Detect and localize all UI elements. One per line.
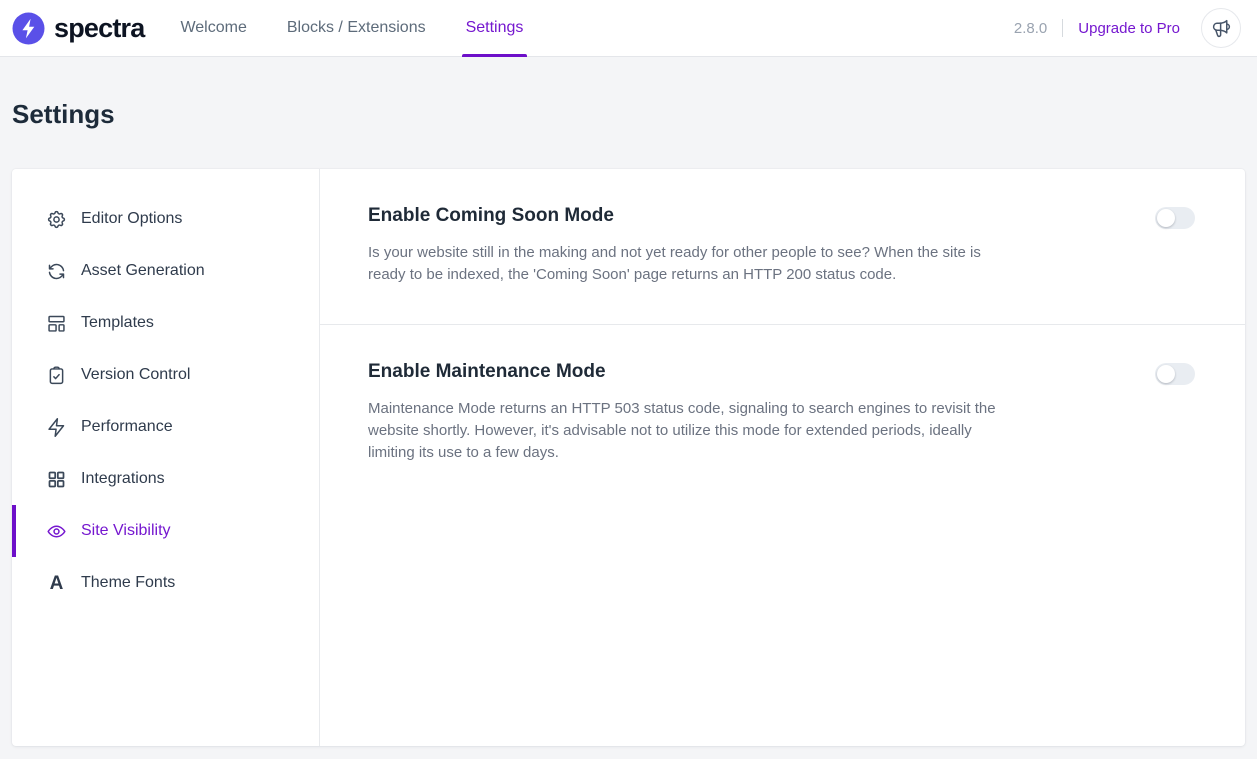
coming-soon-text: Enable Coming Soon Mode Is your website …: [368, 203, 998, 286]
sidebar-item-templates[interactable]: Templates: [12, 297, 319, 349]
settings-content: Enable Coming Soon Mode Is your website …: [320, 169, 1245, 746]
maintenance-description: Maintenance Mode returns an HTTP 503 sta…: [368, 398, 998, 464]
toggle-knob: [1157, 365, 1175, 383]
upgrade-to-pro-link[interactable]: Upgrade to Pro: [1078, 20, 1180, 37]
toggle-knob: [1157, 209, 1175, 227]
eye-icon: [46, 521, 67, 542]
maintenance-toggle[interactable]: [1155, 363, 1195, 385]
coming-soon-title: Enable Coming Soon Mode: [368, 203, 998, 229]
page-title: Settings: [12, 99, 1245, 129]
sidebar-item-label: Integrations: [81, 470, 165, 488]
coming-soon-toggle[interactable]: [1155, 207, 1195, 229]
sidebar-item-site-visibility[interactable]: Site Visibility: [12, 505, 319, 557]
version-label: 2.8.0: [1014, 20, 1047, 37]
sidebar-item-label: Version Control: [81, 366, 190, 384]
brand-name: spectra: [54, 15, 144, 42]
sidebar-item-integrations[interactable]: Integrations: [12, 453, 319, 505]
refresh-icon: [46, 261, 67, 282]
whats-new-button[interactable]: [1201, 8, 1241, 48]
maintenance-title: Enable Maintenance Mode: [368, 359, 998, 385]
page-head: Settings: [0, 57, 1257, 129]
tab-settings[interactable]: Settings: [466, 0, 524, 57]
sidebar-item-label: Editor Options: [81, 210, 182, 228]
settings-sidebar: Editor Options Asset Generation Template…: [12, 169, 320, 746]
spectra-bolt-icon: [12, 12, 45, 45]
sidebar-item-editor-options[interactable]: Editor Options: [12, 193, 319, 245]
coming-soon-description: Is your website still in the making and …: [368, 242, 998, 286]
sidebar-item-performance[interactable]: Performance: [12, 401, 319, 453]
letter-a-icon: A: [46, 573, 67, 594]
topbar-nav: Welcome Blocks / Extensions Settings: [180, 0, 523, 57]
sidebar-item-label: Site Visibility: [81, 522, 171, 540]
sidebar-item-label: Theme Fonts: [81, 574, 175, 592]
settings-panel: Editor Options Asset Generation Template…: [12, 169, 1245, 746]
clipboard-check-icon: [46, 365, 67, 386]
sidebar-item-label: Templates: [81, 314, 154, 332]
megaphone-icon: [1211, 18, 1232, 39]
topbar-right: 2.8.0 Upgrade to Pro: [1014, 8, 1241, 48]
tab-blocks-extensions[interactable]: Blocks / Extensions: [287, 0, 426, 57]
sidebar-item-asset-generation[interactable]: Asset Generation: [12, 245, 319, 297]
sidebar-item-label: Performance: [81, 418, 173, 436]
tab-welcome[interactable]: Welcome: [180, 0, 246, 57]
coming-soon-section: Enable Coming Soon Mode Is your website …: [320, 169, 1245, 324]
sidebar-item-label: Asset Generation: [81, 262, 205, 280]
grid-icon: [46, 469, 67, 490]
sidebar-item-theme-fonts[interactable]: A Theme Fonts: [12, 557, 319, 609]
gear-icon: [46, 209, 67, 230]
layout-icon: [46, 313, 67, 334]
spectra-logo[interactable]: spectra: [12, 12, 144, 45]
maintenance-text: Enable Maintenance Mode Maintenance Mode…: [368, 359, 998, 464]
maintenance-section: Enable Maintenance Mode Maintenance Mode…: [320, 324, 1245, 502]
divider: [1062, 19, 1063, 37]
lightning-icon: [46, 417, 67, 438]
sidebar-item-version-control[interactable]: Version Control: [12, 349, 319, 401]
topbar: spectra Welcome Blocks / Extensions Sett…: [0, 0, 1257, 57]
